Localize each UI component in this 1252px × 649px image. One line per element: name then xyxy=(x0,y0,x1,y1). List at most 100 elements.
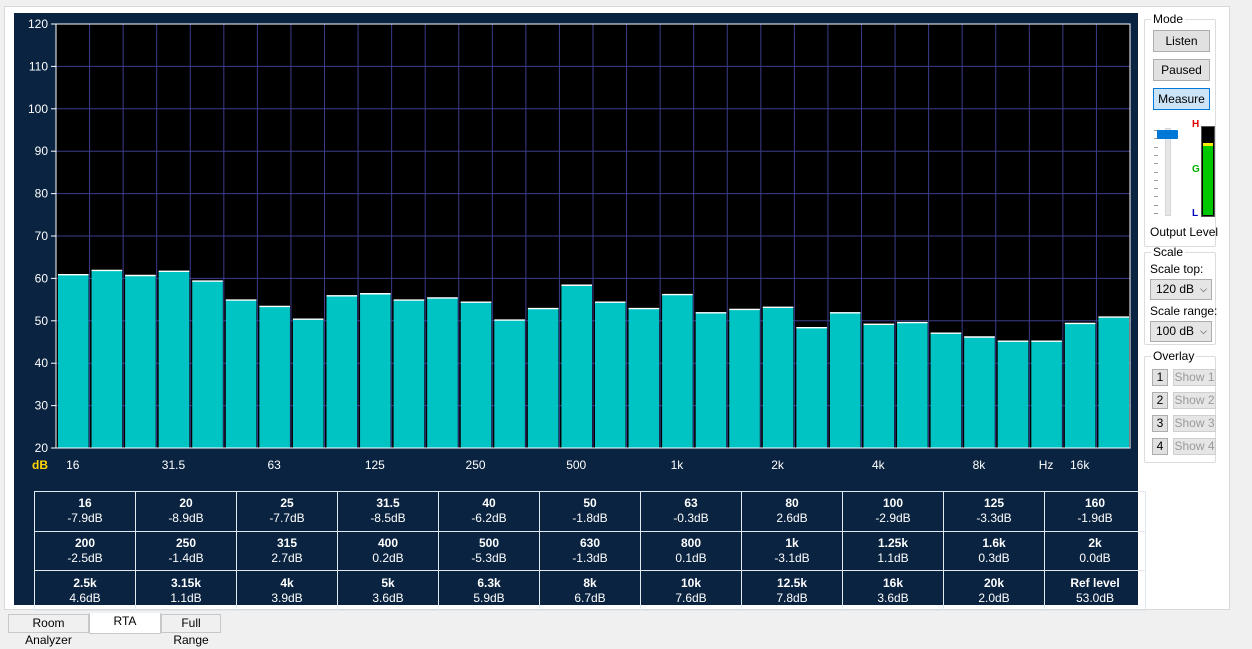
bar xyxy=(58,274,89,448)
band-cell: 16k 3.6dB xyxy=(842,570,944,611)
bar xyxy=(527,308,559,448)
bar xyxy=(628,308,660,448)
y-tick-label: 20 xyxy=(35,441,49,455)
band-value: -5.3dB xyxy=(471,550,507,565)
band-frequency: 80 xyxy=(785,496,799,511)
band-value: 3.9dB xyxy=(271,590,303,605)
meter-fill xyxy=(1203,143,1213,215)
overlay-2-button[interactable]: 2 xyxy=(1152,392,1168,409)
rta-chart: 20 30 40 50 60 70 80 90 100 110 120 16 31.5 63 125 250 5… xyxy=(28,17,1131,472)
band-cell: 160 -1.9dB xyxy=(1044,491,1146,532)
band-table: 16 -7.9dB 20 -8.9dB 25 -7.7dB 31.5 -8.5dB 40 -6.2… xyxy=(34,491,1146,611)
slider-tick xyxy=(1154,146,1158,148)
output-level-label: Output Level xyxy=(1150,225,1219,239)
slider-tick xyxy=(1154,163,1158,165)
band-cell: 800 0.1dB xyxy=(640,530,742,572)
x-tick-label: 125 xyxy=(365,458,385,472)
band-frequency: 10k xyxy=(680,575,702,590)
tab-rta[interactable]: RTA xyxy=(89,613,161,634)
band-value: -3.3dB xyxy=(976,511,1012,526)
overlay-3-button[interactable]: 3 xyxy=(1152,415,1168,432)
bar xyxy=(561,284,592,448)
band-frequency: 12.5k xyxy=(776,575,808,590)
scale-top-select[interactable]: 120 dB ⌵ xyxy=(1150,279,1212,300)
bar xyxy=(997,340,1029,448)
x-tick-label: 63 xyxy=(267,458,281,472)
band-frequency: 8k xyxy=(583,575,597,590)
band-value: 7.8dB xyxy=(776,590,808,605)
band-cell: 125 -3.3dB xyxy=(943,491,1045,532)
band-row: 16 -7.9dB 20 -8.9dB 25 -7.7dB 31.5 -8.5dB 40 -6.2… xyxy=(34,491,1146,532)
band-value: -6.2dB xyxy=(471,511,507,526)
overlay-show-3-button[interactable]: Show 3 xyxy=(1173,415,1216,432)
scale-range-select[interactable]: 100 dB ⌵ xyxy=(1150,321,1212,342)
band-cell: 200 -2.5dB xyxy=(34,530,136,572)
band-frequency: 1k xyxy=(785,535,799,550)
band-value: -3.1dB xyxy=(774,550,810,565)
measure-button[interactable]: Measure xyxy=(1153,88,1210,110)
bar xyxy=(125,275,156,448)
bar xyxy=(192,280,223,448)
band-frequency: 20k xyxy=(983,575,1005,590)
band-frequency: 160 xyxy=(1084,496,1106,511)
band-value: 4.6dB xyxy=(69,590,101,605)
band-value: -1.8dB xyxy=(572,511,608,526)
y-tick-label: 120 xyxy=(28,17,48,31)
band-frequency: 1.25k xyxy=(877,535,909,550)
bar xyxy=(259,305,290,448)
paused-button[interactable]: Paused xyxy=(1153,59,1210,81)
band-frequency: 3.15k xyxy=(170,575,202,590)
band-cell: 5k 3.6dB xyxy=(337,570,439,611)
overlay-show-1-button[interactable]: Show 1 xyxy=(1173,369,1216,386)
x-tick-label: 1k xyxy=(671,458,685,472)
band-frequency: 400 xyxy=(377,535,399,550)
y-tick-label: 100 xyxy=(28,102,48,116)
band-value: -2.9dB xyxy=(875,511,911,526)
scale-top-value: 120 dB xyxy=(1156,282,1195,296)
band-cell: 6.3k 5.9dB xyxy=(438,570,540,611)
band-frequency: 250 xyxy=(175,535,197,550)
band-value: -1.3dB xyxy=(572,550,608,565)
band-cell: 40 -6.2dB xyxy=(438,491,540,532)
meter-marker xyxy=(1203,143,1213,146)
output-level-slider[interactable] xyxy=(1154,124,1180,216)
bar xyxy=(930,332,962,448)
tab-full-range[interactable]: Full Range xyxy=(161,614,221,647)
bar xyxy=(360,293,391,448)
band-value: -8.5dB xyxy=(370,511,406,526)
slider-track xyxy=(1165,128,1171,216)
band-cell: 10k 7.6dB xyxy=(640,570,742,611)
band-cell: Ref level 53.0dB xyxy=(1044,570,1146,611)
band-value: 0.2dB xyxy=(372,550,404,565)
listen-button[interactable]: Listen xyxy=(1153,30,1210,52)
band-frequency: 6.3k xyxy=(477,575,501,590)
band-cell: 250 -1.4dB xyxy=(135,530,237,572)
band-cell: 50 -1.8dB xyxy=(539,491,641,532)
x-tick-label: 250 xyxy=(466,458,486,472)
rta-panel: 20 30 40 50 60 70 80 90 100 110 120 16 31.5 63 125 250 5… xyxy=(14,13,1146,611)
overlay-show-2-button[interactable]: Show 2 xyxy=(1173,392,1216,409)
x-tick-label: 31.5 xyxy=(162,458,186,472)
band-frequency: 16 xyxy=(78,496,92,511)
bar xyxy=(695,312,727,448)
band-cell: 8k 6.7dB xyxy=(539,570,641,611)
overlay-show-4-button[interactable]: Show 4 xyxy=(1173,438,1216,455)
bar xyxy=(729,308,760,448)
band-cell: 1.6k 0.3dB xyxy=(943,530,1045,572)
overlay-4-button[interactable]: 4 xyxy=(1152,438,1168,455)
band-frequency: 31.5 xyxy=(376,496,400,511)
band-cell: 100 -2.9dB xyxy=(842,491,944,532)
bar xyxy=(427,297,458,448)
slider-tick xyxy=(1154,188,1158,190)
y-tick-label: 80 xyxy=(35,187,49,201)
overlay-1-button[interactable]: 1 xyxy=(1152,369,1168,386)
bar xyxy=(292,318,324,448)
band-value: -8.9dB xyxy=(168,511,204,526)
band-frequency: 500 xyxy=(478,535,500,550)
chevron-down-icon: ⌵ xyxy=(1200,326,1207,336)
tab-room-analyzer[interactable]: Room Analyzer xyxy=(8,614,89,647)
slider-thumb[interactable] xyxy=(1157,130,1178,140)
slider-tick xyxy=(1154,213,1158,214)
band-frequency: 100 xyxy=(882,496,904,511)
x-unit-label: Hz xyxy=(1039,458,1054,472)
